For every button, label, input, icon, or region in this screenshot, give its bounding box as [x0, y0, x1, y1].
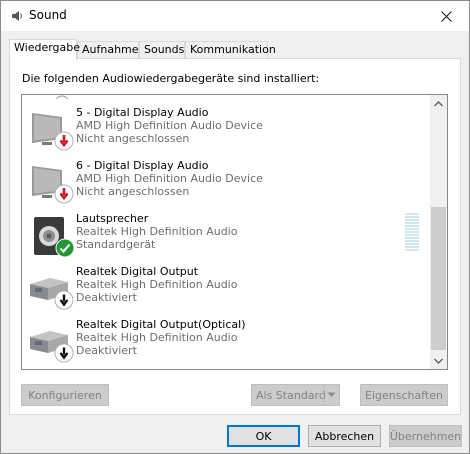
disconnected-badge-icon — [54, 131, 74, 154]
device-status: Nicht angeschlossen — [76, 185, 190, 198]
device-name: 6 - Digital Display Audio — [76, 159, 209, 172]
list-item-device[interactable]: Realtek Digital Output Realtek High Defi… — [22, 262, 430, 315]
device-status: Standardgerät — [76, 238, 156, 251]
scroll-up-button[interactable] — [430, 95, 447, 112]
device-driver: AMD High Definition Audio Device — [76, 172, 263, 185]
list-item-device[interactable]: Lautsprecher Realtek High Definition Aud… — [22, 209, 430, 262]
set-default-split-button[interactable]: Als Standard — [251, 384, 340, 406]
device-driver: Realtek High Definition Audio — [76, 331, 238, 344]
device-driver: Realtek High Definition Audio — [76, 225, 238, 238]
sound-speaker-icon — [9, 8, 25, 24]
properties-button[interactable]: Eigenschaften — [360, 384, 448, 406]
device-status: Deaktiviert — [76, 344, 137, 357]
scroll-thumb[interactable] — [431, 207, 446, 350]
window-title: Sound — [29, 8, 67, 22]
device-driver: Realtek High Definition Audio — [76, 278, 238, 291]
chevron-down-icon — [327, 392, 336, 397]
list-item-device[interactable]: Realtek Digital Output(Optical) Realtek … — [22, 315, 430, 368]
device-name: Realtek Digital Output — [76, 265, 199, 278]
set-default-label: Als Standard — [256, 388, 326, 402]
list-item-device[interactable]: 5 - Digital Display Audio AMD High Defin… — [22, 103, 430, 156]
tab-aufnahme[interactable]: Aufnahme — [77, 41, 139, 59]
close-icon — [440, 10, 452, 22]
chevron-up-icon — [434, 100, 443, 106]
disabled-badge-icon — [54, 343, 74, 366]
list-item-partial[interactable] — [22, 95, 430, 111]
device-list-scrollbar[interactable] — [430, 95, 447, 369]
device-driver: AMD High Definition Audio Device — [76, 119, 263, 132]
list-item-device[interactable]: 6 - Digital Display Audio AMD High Defin… — [22, 156, 430, 209]
close-button[interactable] — [423, 1, 469, 31]
scroll-down-button[interactable] — [430, 352, 447, 369]
disconnected-badge-icon — [54, 184, 74, 207]
device-status: Nicht angeschlossen — [76, 132, 190, 145]
configure-button[interactable]: Konfigurieren — [21, 384, 109, 406]
monitor-icon — [28, 95, 72, 111]
device-list[interactable]: 5 - Digital Display Audio AMD High Defin… — [21, 94, 448, 370]
playback-panel: Die folgenden Audiowiedergabegeräte sind… — [9, 58, 461, 415]
tab-kommunikation[interactable]: Kommunikation — [185, 41, 276, 59]
chevron-down-icon — [434, 358, 443, 364]
disabled-badge-icon — [54, 290, 74, 313]
tab-sounds[interactable]: Sounds — [139, 41, 185, 59]
device-name: Realtek Digital Output(Optical) — [76, 318, 246, 331]
title-bar: Sound — [1, 1, 469, 31]
set-default-dropdown[interactable] — [323, 384, 339, 406]
apply-button[interactable]: Übernehmen — [389, 425, 462, 447]
device-name: Lautsprecher — [76, 212, 149, 225]
device-name: 5 - Digital Display Audio — [76, 106, 209, 119]
cancel-button[interactable]: Abbrechen — [308, 425, 381, 447]
ok-button[interactable]: OK — [227, 425, 300, 447]
device-status: Deaktiviert — [76, 291, 137, 304]
default-device-check-icon — [55, 238, 75, 261]
panel-intro-text: Die folgenden Audiowiedergabegeräte sind… — [22, 72, 320, 85]
volume-level-meter — [405, 213, 419, 252]
tab-wiedergabe[interactable]: Wiedergabe — [9, 39, 80, 60]
sound-dialog: Sound Wiedergabe Aufnahme Sounds Kommuni… — [0, 0, 470, 454]
